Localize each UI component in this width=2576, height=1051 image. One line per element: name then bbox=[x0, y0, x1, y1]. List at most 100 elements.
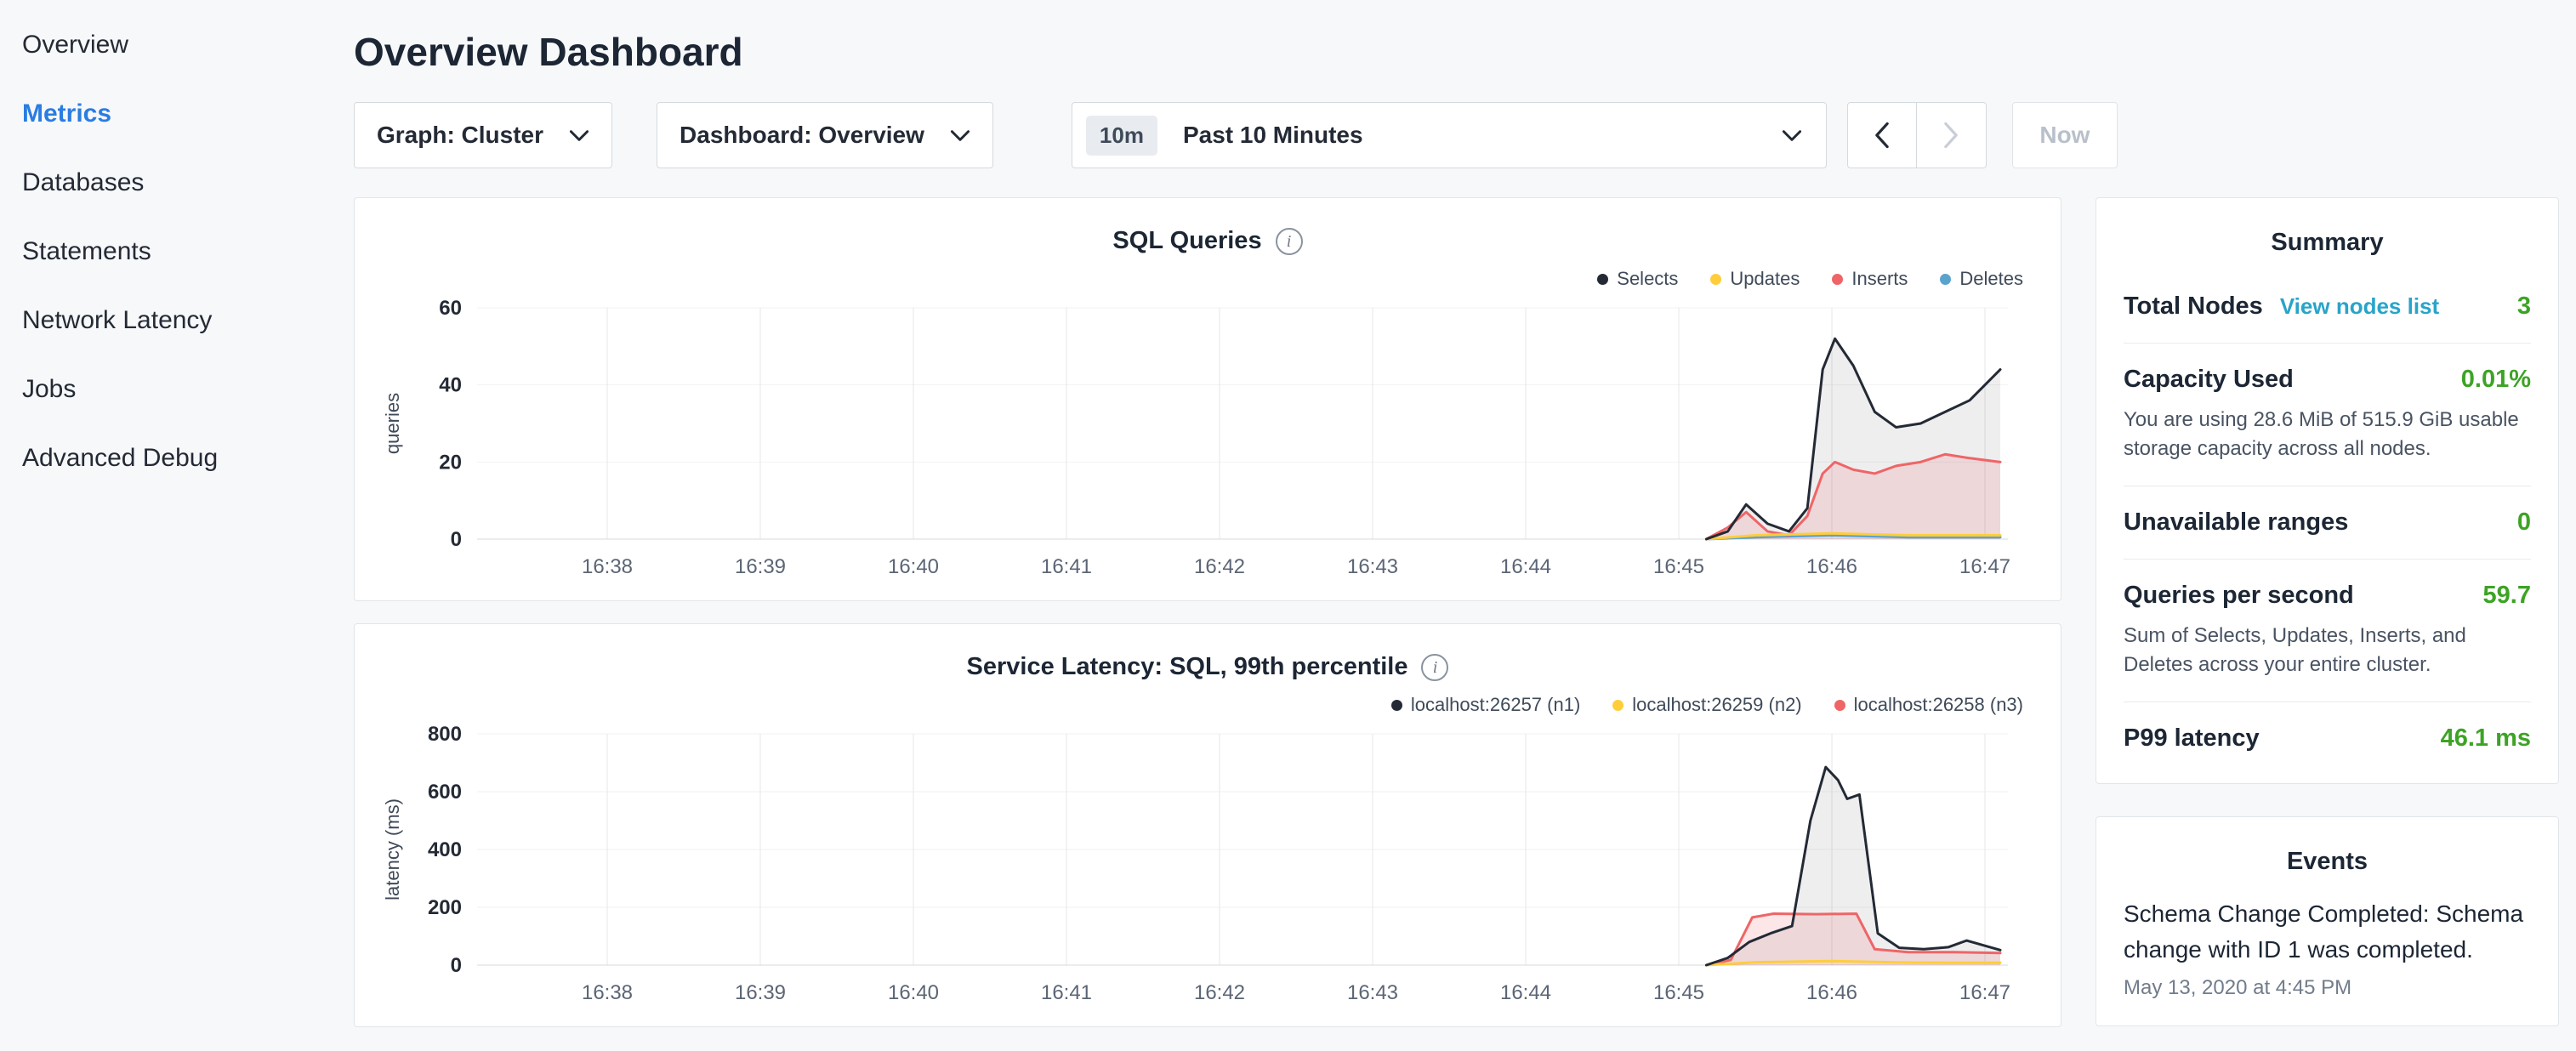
summary-value: 3 bbox=[2517, 293, 2531, 321]
main-content: Overview Dashboard Graph: Cluster Dashbo… bbox=[340, 0, 2576, 1051]
chart-title: SQL Queries bbox=[1112, 227, 1261, 255]
summary-value: 0.01% bbox=[2461, 366, 2531, 394]
service-latency-chart-card: Service Latency: SQL, 99th percentile i … bbox=[354, 623, 2061, 1027]
sidebar-item-network-latency[interactable]: Network Latency bbox=[22, 286, 340, 355]
legend-label: Deletes bbox=[1959, 268, 2023, 290]
summary-item-p99-latency: P99 latency 46.1 ms bbox=[2124, 702, 2531, 775]
chevron-down-icon bbox=[950, 129, 970, 142]
y-tick-label: 600 bbox=[428, 781, 462, 804]
events-title: Events bbox=[2124, 838, 2531, 889]
chart-svg: 020040060080016:3816:3916:4016:4116:4216… bbox=[377, 717, 2039, 1014]
legend-dot-icon bbox=[1597, 274, 1608, 285]
legend-dot-icon bbox=[1940, 274, 1951, 285]
time-forward-button[interactable] bbox=[1917, 102, 1987, 168]
x-tick-label: 16:40 bbox=[888, 981, 939, 1004]
time-range-dropdown[interactable]: 10m Past 10 Minutes bbox=[1072, 102, 1827, 168]
chevron-right-icon bbox=[1942, 122, 1959, 149]
summary-row: Queries per second 59.7 bbox=[2124, 582, 2531, 610]
legend-label: Inserts bbox=[1851, 268, 1908, 290]
summary-description: You are using 28.6 MiB of 515.9 GiB usab… bbox=[2124, 406, 2531, 463]
x-tick-label: 16:43 bbox=[1347, 981, 1398, 1004]
event-message: Schema Change Completed: Schema change w… bbox=[2124, 896, 2531, 968]
sidebar-item-jobs[interactable]: Jobs bbox=[22, 355, 340, 423]
x-tick-label: 16:45 bbox=[1653, 555, 1704, 578]
service-latency-plot[interactable]: 020040060080016:3816:3916:4016:4116:4216… bbox=[377, 717, 2039, 1014]
legend-dot-icon bbox=[1612, 700, 1624, 711]
sql-queries-plot[interactable]: 020406016:3816:3916:4016:4116:4216:4316:… bbox=[377, 291, 2039, 588]
x-tick-label: 16:39 bbox=[735, 981, 786, 1004]
info-icon[interactable]: i bbox=[1421, 654, 1448, 681]
summary-description: Sum of Selects, Updates, Inserts, and De… bbox=[2124, 622, 2531, 679]
time-back-button[interactable] bbox=[1847, 102, 1917, 168]
x-tick-label: 16:41 bbox=[1041, 555, 1092, 578]
summary-value: 46.1 ms bbox=[2441, 724, 2531, 753]
time-range-label: Past 10 Minutes bbox=[1183, 122, 1782, 149]
time-range-badge: 10m bbox=[1086, 116, 1157, 156]
summary-item-unavailable-ranges: Unavailable ranges 0 bbox=[2124, 486, 2531, 559]
y-tick-label: 200 bbox=[428, 896, 462, 919]
legend-dot-icon bbox=[1391, 700, 1402, 711]
chart-svg: 020406016:3816:3916:4016:4116:4216:4316:… bbox=[377, 291, 2039, 588]
x-tick-label: 16:45 bbox=[1653, 981, 1704, 1004]
chevron-left-icon bbox=[1874, 122, 1891, 149]
summary-label: Unavailable ranges bbox=[2124, 508, 2348, 537]
chart-legend: localhost:26257 (n1)localhost:26259 (n2)… bbox=[377, 693, 2023, 717]
right-column: Summary Total Nodes View nodes list 3 Ca… bbox=[2095, 197, 2559, 1026]
toolbar: Graph: Cluster Dashboard: Overview 10m P… bbox=[354, 102, 2559, 168]
y-tick-label: 40 bbox=[439, 374, 462, 397]
sidebar-item-databases[interactable]: Databases bbox=[22, 148, 340, 217]
graph-dropdown[interactable]: Graph: Cluster bbox=[354, 102, 612, 168]
y-tick-label: 60 bbox=[439, 297, 462, 320]
x-tick-label: 16:41 bbox=[1041, 981, 1092, 1004]
page-title: Overview Dashboard bbox=[354, 29, 2559, 75]
dashboard-dropdown-label: Dashboard: Overview bbox=[680, 122, 924, 149]
legend-label: Updates bbox=[1730, 268, 1800, 290]
x-tick-label: 16:42 bbox=[1194, 555, 1245, 578]
legend-label: localhost:26258 (n3) bbox=[1854, 694, 2023, 716]
summary-item-capacity-used: Capacity Used 0.01% You are using 28.6 M… bbox=[2124, 343, 2531, 486]
y-tick-label: 0 bbox=[451, 528, 462, 551]
sidebar-item-overview[interactable]: Overview bbox=[22, 10, 340, 79]
legend-item: Selects bbox=[1597, 267, 1678, 291]
chart-title-row: Service Latency: SQL, 99th percentile i bbox=[377, 653, 2039, 681]
dashboard-content: SQL Queries i Selects Updates Inserts Delet… bbox=[354, 197, 2559, 1049]
summary-value: 0 bbox=[2517, 508, 2531, 537]
summary-value: 59.7 bbox=[2483, 582, 2531, 610]
info-icon[interactable]: i bbox=[1276, 228, 1303, 255]
legend-label: localhost:26257 (n1) bbox=[1411, 694, 1580, 716]
summary-row: Unavailable ranges 0 bbox=[2124, 508, 2531, 537]
summary-item-total-nodes: Total Nodes View nodes list 3 bbox=[2124, 270, 2531, 343]
y-tick-label: 20 bbox=[439, 451, 462, 474]
sidebar-item-metrics[interactable]: Metrics bbox=[22, 79, 340, 148]
x-tick-label: 16:46 bbox=[1806, 981, 1857, 1004]
x-tick-label: 16:43 bbox=[1347, 555, 1398, 578]
graph-dropdown-label: Graph: Cluster bbox=[377, 122, 543, 149]
y-tick-label: 800 bbox=[428, 723, 462, 746]
x-tick-label: 16:38 bbox=[582, 555, 633, 578]
sql-queries-chart-card: SQL Queries i Selects Updates Inserts Delet… bbox=[354, 197, 2061, 601]
dashboard-dropdown[interactable]: Dashboard: Overview bbox=[657, 102, 993, 168]
summary-row: Total Nodes View nodes list 3 bbox=[2124, 293, 2531, 321]
now-button[interactable]: Now bbox=[2012, 102, 2118, 168]
summary-label: Total Nodes bbox=[2124, 293, 2263, 321]
legend-item: Deletes bbox=[1940, 267, 2023, 291]
summary-item-queries-per-second: Queries per second 59.7 Sum of Selects, … bbox=[2124, 559, 2531, 702]
legend-item: localhost:26257 (n1) bbox=[1391, 693, 1580, 717]
x-tick-label: 16:38 bbox=[582, 981, 633, 1004]
time-step-buttons bbox=[1847, 102, 1987, 168]
x-tick-label: 16:44 bbox=[1500, 555, 1551, 578]
x-tick-label: 16:42 bbox=[1194, 981, 1245, 1004]
sidebar-item-advanced-debug[interactable]: Advanced Debug bbox=[22, 423, 340, 492]
x-tick-label: 16:44 bbox=[1500, 981, 1551, 1004]
view-nodes-link[interactable]: View nodes list bbox=[2280, 293, 2439, 320]
chart-title-row: SQL Queries i bbox=[377, 227, 2039, 255]
sidebar-item-statements[interactable]: Statements bbox=[22, 217, 340, 286]
x-tick-label: 16:40 bbox=[888, 555, 939, 578]
chevron-down-icon bbox=[1782, 129, 1802, 142]
event-timestamp: May 13, 2020 at 4:45 PM bbox=[2124, 976, 2531, 1000]
chart-title: Service Latency: SQL, 99th percentile bbox=[967, 653, 1408, 681]
sidebar-nav: OverviewMetricsDatabasesStatementsNetwor… bbox=[0, 0, 340, 1051]
legend-item: localhost:26258 (n3) bbox=[1834, 693, 2023, 717]
y-axis-label: queries bbox=[382, 393, 403, 454]
legend-dot-icon bbox=[1710, 274, 1721, 285]
